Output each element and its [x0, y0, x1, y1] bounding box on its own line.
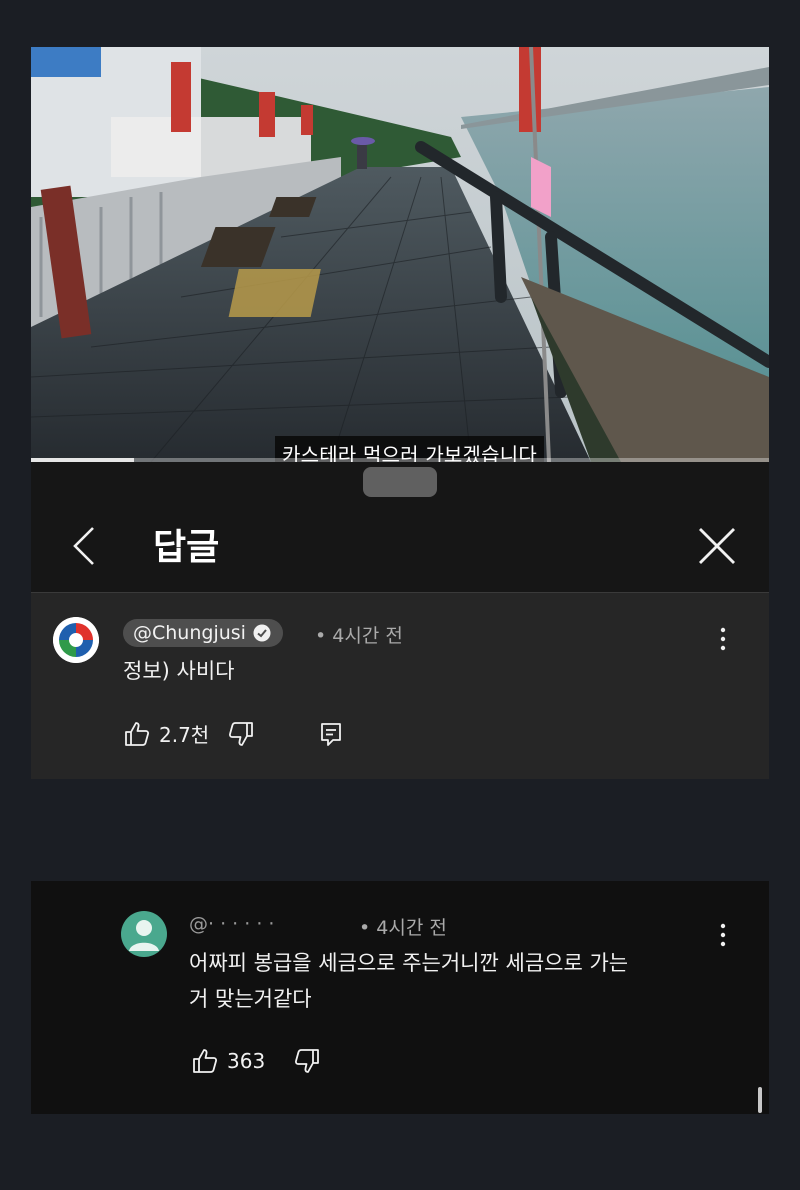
video-player[interactable]: 카스테라 먹으러 가보겠습니다 [31, 47, 769, 462]
thumbs-up-icon[interactable] [191, 1047, 219, 1075]
reply-icon[interactable] [317, 720, 345, 748]
sheet-drag-handle[interactable] [363, 467, 437, 497]
parent-comment: @Chungjusi • 4시간 전 정보) 사비다 2.7천 [31, 592, 769, 779]
verified-check-icon [253, 624, 271, 642]
author-handle: @Chungjusi [133, 622, 246, 644]
kebab-menu-icon [720, 923, 726, 947]
chevron-left-icon [73, 527, 94, 565]
comment-menu-button[interactable] [711, 625, 735, 655]
comment-text: 정보) 사비다 [123, 659, 235, 683]
channel-avatar[interactable] [53, 617, 99, 663]
comment-actions: 2.7천 [123, 719, 345, 748]
reply-comment: @· · · · · · • 4시간 전 어짜피 봉급을 세금으로 주는거니깐 … [31, 881, 769, 1114]
author-handle-chip[interactable]: @Chungjusi [123, 619, 283, 647]
reply-text-line-1: 어짜피 봉급을 세금으로 주는거니깐 세금으로 가는 [189, 951, 629, 975]
back-button[interactable] [67, 522, 101, 570]
reply-author[interactable]: @· · · · · · [189, 913, 274, 935]
reply-menu-button[interactable] [711, 921, 735, 951]
like-count: 2.7천 [159, 723, 210, 747]
kebab-menu-icon [720, 627, 726, 651]
replies-sheet-header: 답글 [31, 462, 769, 592]
chungju-logo-icon [53, 617, 99, 663]
sheet-title: 답글 [153, 527, 220, 568]
video-frame [31, 47, 769, 462]
reply-time: • 4시간 전 [359, 917, 447, 939]
reply-like-count: 363 [227, 1049, 266, 1073]
scrollbar[interactable] [758, 1087, 762, 1113]
reply-avatar[interactable] [121, 911, 167, 957]
thumbs-up-icon[interactable] [123, 720, 151, 748]
default-user-icon [129, 920, 159, 951]
close-button[interactable] [695, 524, 739, 568]
comment-time: • 4시간 전 [315, 625, 403, 647]
thumbs-down-icon[interactable] [293, 1047, 321, 1075]
close-icon [699, 528, 735, 564]
thumbs-down-icon[interactable] [227, 720, 255, 748]
reply-actions: 363 [191, 1047, 321, 1075]
reply-text-line-2: 거 맞는거같다 [189, 987, 312, 1011]
